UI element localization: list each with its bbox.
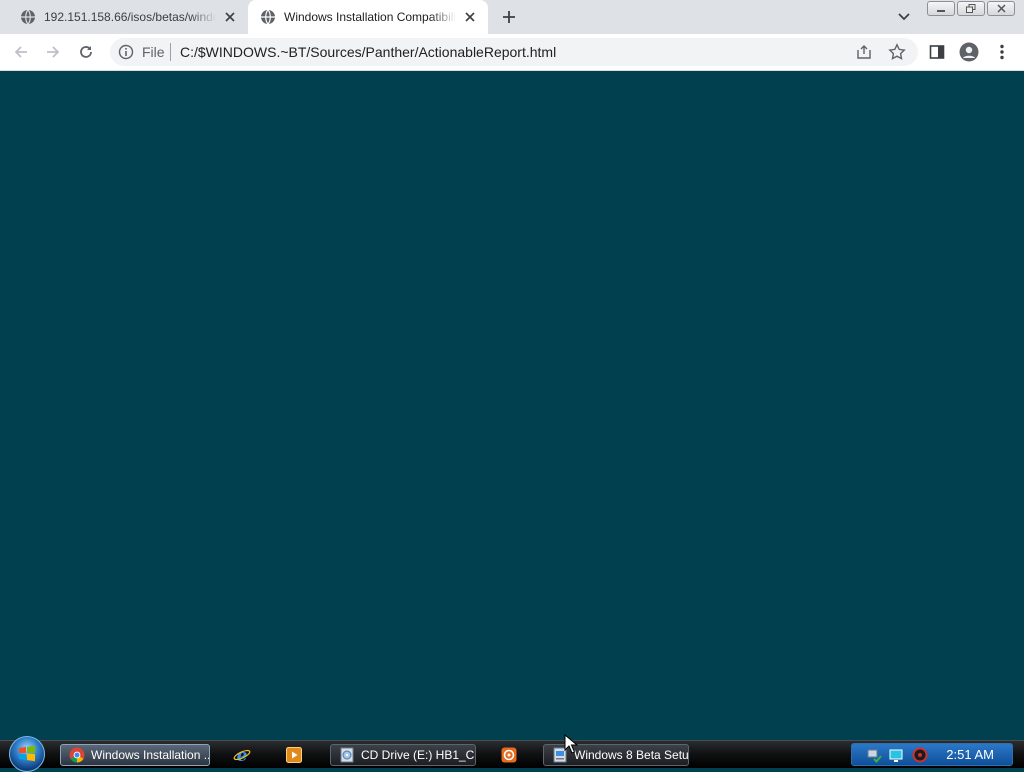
minimize-icon [937,9,945,12]
app-icon [501,747,517,763]
star-icon[interactable] [888,43,906,61]
minimize-button[interactable] [927,1,955,16]
globe-icon [21,9,35,25]
restore-icon [966,4,976,13]
start-button[interactable] [9,736,45,772]
clock[interactable]: 2:51 AM [946,747,994,762]
browser-toolbar: File C:/$WINDOWS.~BT/Sources/Panther/Act… [0,34,1024,71]
taskbar: Windows Installation ... e CD Drive (E:)… [0,736,1024,772]
info-icon[interactable] [118,44,134,60]
window-close-button[interactable] [987,1,1015,16]
side-panel-icon [929,45,945,59]
mouse-cursor-icon [564,734,578,754]
tab-compat-report[interactable]: Windows Installation Compatibility [248,0,488,34]
share-icon[interactable] [856,44,872,60]
avatar-icon [959,42,979,62]
url-text[interactable]: C:/$WINDOWS.~BT/Sources/Panther/Actionab… [180,44,556,60]
tab-isos[interactable]: 192.151.158.66/isos/betas/windows [8,0,248,34]
ie-icon: e [233,746,251,764]
close-icon[interactable] [222,9,238,25]
restore-button[interactable] [957,1,985,16]
system-tray: 2:51 AM [851,743,1013,766]
tab-title: Windows Installation Compatibility [284,10,456,24]
scheme-label: File [142,44,165,60]
menu-button[interactable] [992,42,1012,62]
display-icon[interactable] [888,747,904,763]
taskbar-item-cd-drive[interactable]: CD Drive (E:) HB1_CC... [330,744,476,766]
new-tab-button[interactable] [497,5,521,29]
svg-text:e: e [237,746,248,764]
reload-button[interactable] [74,40,98,64]
arrow-left-icon [14,46,27,58]
window-controls [927,1,1017,17]
profile-button[interactable] [959,42,979,62]
tab-search-button[interactable] [893,7,915,27]
security-icon[interactable] [912,747,928,763]
plus-icon [503,11,515,23]
quick-launch-media-player[interactable] [285,746,303,764]
tab-strip: 192.151.158.66/isos/betas/windows Window… [0,0,1024,34]
taskbar-item-label: CD Drive (E:) HB1_CC... [361,748,475,762]
globe-icon [261,9,275,25]
address-bar[interactable]: File C:/$WINDOWS.~BT/Sources/Panther/Act… [110,38,918,66]
back-button[interactable] [9,40,33,64]
tab-title: 192.151.158.66/isos/betas/windows [44,10,216,24]
chrome-icon [69,747,85,763]
forward-button[interactable] [41,40,65,64]
separator [170,43,171,61]
kebab-menu-icon [1000,44,1004,60]
close-icon [996,4,1006,13]
network-icon[interactable] [866,747,882,763]
taskbar-item-label: Windows Installation ... [91,748,209,762]
page-content [0,71,1024,740]
side-panel-button[interactable] [927,42,947,62]
media-player-icon [286,747,302,763]
arrow-right-icon [47,46,60,58]
reload-icon [80,46,92,58]
drive-icon [340,747,354,763]
taskbar-item-browser[interactable]: Windows Installation ... [60,744,210,766]
quick-launch-app[interactable] [500,746,518,764]
taskbar-item-label: Windows 8 Beta Setup [574,748,688,762]
quick-launch-ie[interactable]: e [233,746,251,764]
chevron-down-icon [898,13,910,21]
windows-logo-icon [19,745,35,762]
close-icon[interactable] [462,9,478,25]
